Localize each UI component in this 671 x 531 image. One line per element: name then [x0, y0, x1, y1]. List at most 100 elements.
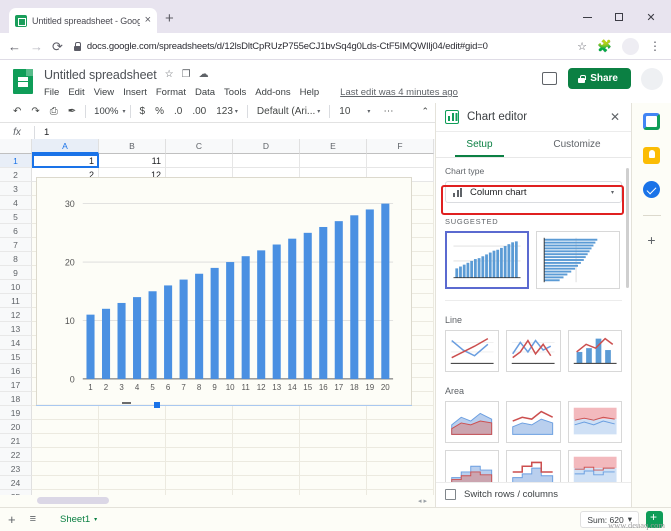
all-sheets-button[interactable]: ≡ [30, 514, 36, 525]
paint-format-icon[interactable]: ✒ [63, 106, 81, 117]
add-sheet-button[interactable]: + [8, 513, 16, 526]
star-icon[interactable]: ☆ [165, 70, 174, 80]
column-header-d[interactable]: D [233, 139, 300, 154]
row-header-21[interactable]: 21 [0, 434, 32, 448]
cell-F24[interactable] [367, 476, 434, 490]
row-header-23[interactable]: 23 [0, 462, 32, 476]
menu-data[interactable]: Data [195, 87, 215, 98]
maximize-button[interactable] [603, 6, 635, 28]
area-chart-thumb[interactable] [445, 401, 500, 444]
decrease-decimal-button[interactable]: .0 [169, 106, 187, 117]
chevron-down-icon[interactable]: ▾ [122, 108, 125, 115]
row-header-8[interactable]: 8 [0, 252, 32, 266]
row-header-10[interactable]: 10 [0, 280, 32, 294]
line-chart-thumb[interactable] [506, 330, 561, 373]
cell-D20[interactable] [233, 420, 300, 434]
menu-addons[interactable]: Add-ons [255, 87, 290, 98]
row-header-7[interactable]: 7 [0, 238, 32, 252]
row-header-20[interactable]: 20 [0, 420, 32, 434]
cell-B20[interactable] [99, 420, 166, 434]
browser-tab[interactable]: Untitled spreadsheet - Google S × [9, 8, 157, 33]
last-edit-status[interactable]: Last edit was 4 minutes ago [340, 87, 458, 98]
bookmark-star-icon[interactable]: ☆ [577, 40, 587, 53]
row-header-19[interactable]: 19 [0, 406, 32, 420]
chevron-down-icon[interactable]: ▾ [367, 108, 370, 115]
menu-help[interactable]: Help [300, 87, 320, 98]
cell-F21[interactable] [367, 434, 434, 448]
row-header-24[interactable]: 24 [0, 476, 32, 490]
zoom-selector[interactable]: 100% [90, 106, 122, 117]
cloud-status-icon[interactable]: ☁ [199, 70, 209, 80]
cell-A21[interactable] [32, 434, 99, 448]
row-header-1[interactable]: 1 [0, 154, 32, 168]
cell-F1[interactable] [367, 154, 434, 168]
row-header-11[interactable]: 11 [0, 294, 32, 308]
close-tab-icon[interactable]: × [145, 15, 151, 26]
more-toolbar-icon[interactable]: ⋯ [378, 106, 398, 117]
cell-E23[interactable] [300, 462, 367, 476]
smooth-line-chart-thumb[interactable] [445, 330, 500, 373]
cell-A24[interactable] [32, 476, 99, 490]
menu-tools[interactable]: Tools [224, 87, 246, 98]
stepped-area-chart-thumb[interactable] [445, 450, 500, 482]
cell-E20[interactable] [300, 420, 367, 434]
cell-D22[interactable] [233, 448, 300, 462]
cell-A23[interactable] [32, 462, 99, 476]
close-icon[interactable]: ✕ [610, 110, 622, 124]
cell-B21[interactable] [99, 434, 166, 448]
more-formats-button[interactable]: 123 ▾ [211, 106, 243, 117]
forward-icon[interactable]: → [30, 40, 43, 53]
column-header-f[interactable]: F [367, 139, 434, 154]
menu-insert[interactable]: Insert [123, 87, 147, 98]
cell-B22[interactable] [99, 448, 166, 462]
column-header-e[interactable]: E [300, 139, 367, 154]
back-icon[interactable]: ← [8, 40, 21, 53]
menu-edit[interactable]: Edit [68, 87, 84, 98]
horizontal-scrollbar[interactable]: ◂ ▸ [0, 495, 435, 507]
new-tab-button[interactable]: + [165, 11, 174, 26]
switch-rows-columns-checkbox[interactable] [445, 489, 456, 501]
chart-resize-handle[interactable] [154, 402, 160, 408]
column-header-a[interactable]: A [32, 139, 99, 154]
combo-chart-thumb[interactable] [567, 330, 622, 373]
tab-setup[interactable]: Setup [436, 132, 523, 158]
redo-icon[interactable]: ↷ [26, 106, 44, 117]
cell-D24[interactable] [233, 476, 300, 490]
cell-D23[interactable] [233, 462, 300, 476]
row-header-17[interactable]: 17 [0, 378, 32, 392]
cell-E1[interactable] [300, 154, 367, 168]
currency-format-button[interactable]: $ [135, 106, 151, 117]
comment-icon[interactable] [542, 72, 558, 85]
move-to-folder-icon[interactable]: ❐ [182, 70, 191, 80]
cell-E24[interactable] [300, 476, 367, 490]
row-header-5[interactable]: 5 [0, 210, 32, 224]
stacked-area-chart-thumb[interactable] [506, 401, 561, 444]
cell-D21[interactable] [233, 434, 300, 448]
row-header-3[interactable]: 3 [0, 182, 32, 196]
suggested-column-chart-thumb[interactable] [445, 231, 529, 290]
row-header-4[interactable]: 4 [0, 196, 32, 210]
suggested-bar-chart-thumb[interactable] [536, 231, 620, 290]
row-header-18[interactable]: 18 [0, 392, 32, 406]
hundred-stacked-area-thumb[interactable] [567, 401, 622, 444]
cell-E21[interactable] [300, 434, 367, 448]
cell-C23[interactable] [166, 462, 233, 476]
account-avatar[interactable] [641, 68, 663, 90]
calendar-icon[interactable] [643, 113, 660, 130]
font-size-selector[interactable]: 10 [334, 106, 355, 117]
row-header-16[interactable]: 16 [0, 364, 32, 378]
row-header-12[interactable]: 12 [0, 308, 32, 322]
profile-avatar[interactable] [622, 37, 639, 55]
row-header-9[interactable]: 9 [0, 266, 32, 280]
cell-B24[interactable] [99, 476, 166, 490]
row-header-14[interactable]: 14 [0, 336, 32, 350]
cell-F20[interactable] [367, 420, 434, 434]
print-icon[interactable]: ⎙ [45, 106, 63, 117]
panel-scrollbar-thumb[interactable] [626, 168, 629, 289]
cell-A22[interactable] [32, 448, 99, 462]
hundred-stepped-area-thumb[interactable] [567, 450, 622, 482]
collapse-toolbar-icon[interactable]: ⌃ [421, 106, 429, 117]
column-header-b[interactable]: B [99, 139, 166, 154]
chart-type-dropdown[interactable]: Column chart ▾ [445, 181, 622, 204]
formula-input[interactable]: 1 [35, 127, 49, 138]
